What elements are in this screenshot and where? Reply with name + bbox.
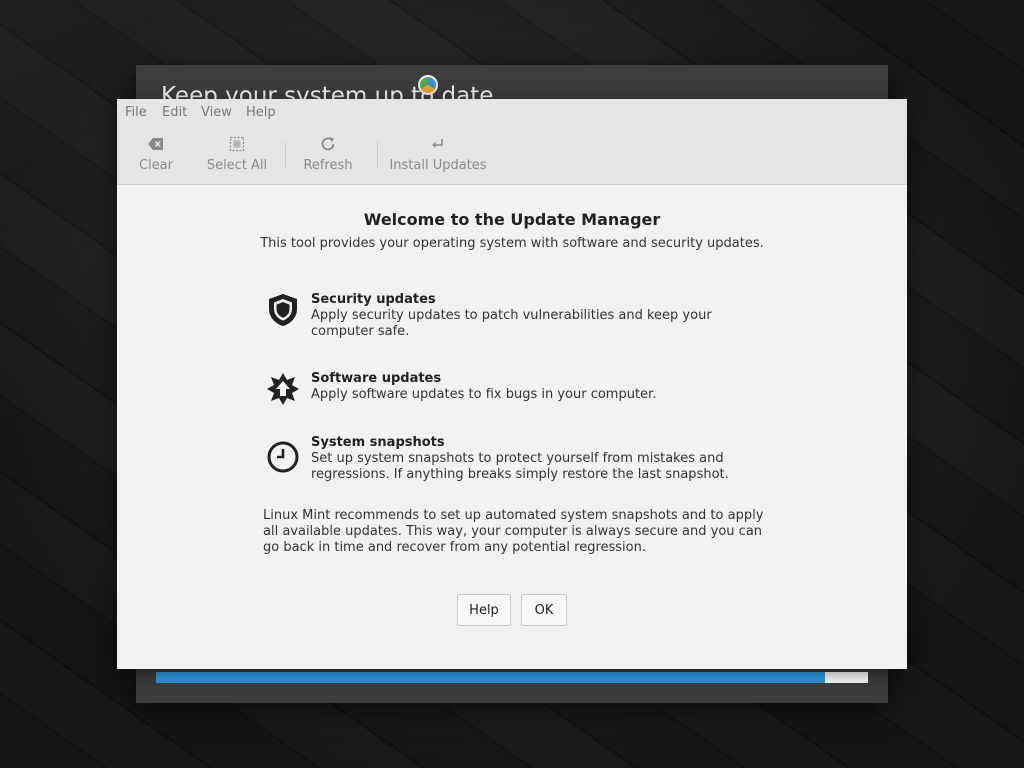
feature-title: Security updates bbox=[311, 292, 436, 307]
menu-bar: File Edit View Help bbox=[117, 99, 907, 127]
feature-description: Apply security updates to patch vulnerab… bbox=[311, 308, 712, 339]
menu-view[interactable]: View bbox=[201, 105, 232, 120]
install-updates-label: Install Updates bbox=[389, 158, 487, 173]
clock-icon bbox=[265, 439, 301, 475]
feature-title: System snapshots bbox=[311, 435, 445, 450]
clear-icon bbox=[147, 135, 165, 153]
installer-progress-fill bbox=[156, 672, 826, 683]
clear-label: Clear bbox=[139, 158, 173, 173]
select-all-icon bbox=[229, 135, 245, 153]
menu-file[interactable]: File bbox=[125, 105, 147, 120]
recommendation-text: Linux Mint recommends to set up automate… bbox=[263, 508, 764, 555]
refresh-icon bbox=[319, 135, 337, 153]
ok-button[interactable]: OK bbox=[521, 594, 567, 626]
select-all-label: Select All bbox=[206, 158, 268, 173]
menu-edit[interactable]: Edit bbox=[162, 105, 187, 120]
shield-icon bbox=[265, 292, 301, 328]
feature-description: Apply software updates to fix bugs in yo… bbox=[311, 387, 657, 402]
welcome-title: Welcome to the Update Manager bbox=[363, 210, 661, 229]
toolbar: Clear Select All Refresh Install Updates bbox=[117, 127, 907, 185]
installer-logo-icon bbox=[418, 75, 438, 95]
toolbar-separator bbox=[285, 142, 286, 168]
update-manager-window: File Edit View Help Clear Select All Ref… bbox=[117, 99, 907, 669]
update-star-icon bbox=[265, 371, 301, 407]
select-all-button[interactable]: Select All bbox=[205, 127, 269, 184]
return-arrow-icon bbox=[431, 135, 445, 153]
installer-progress-bar bbox=[156, 672, 868, 683]
help-button[interactable]: Help bbox=[457, 594, 511, 626]
welcome-panel: Welcome to the Update Manager This tool … bbox=[117, 185, 907, 669]
install-updates-button[interactable]: Install Updates bbox=[389, 127, 487, 184]
feature-title: Software updates bbox=[311, 371, 442, 386]
menu-help[interactable]: Help bbox=[246, 105, 276, 120]
welcome-subtitle: This tool provides your operating system… bbox=[260, 236, 764, 251]
toolbar-separator bbox=[377, 142, 378, 168]
feature-description: Set up system snapshots to protect yours… bbox=[311, 451, 729, 482]
refresh-button[interactable]: Refresh bbox=[303, 127, 353, 184]
refresh-label: Refresh bbox=[303, 158, 353, 173]
clear-button[interactable]: Clear bbox=[135, 127, 177, 184]
